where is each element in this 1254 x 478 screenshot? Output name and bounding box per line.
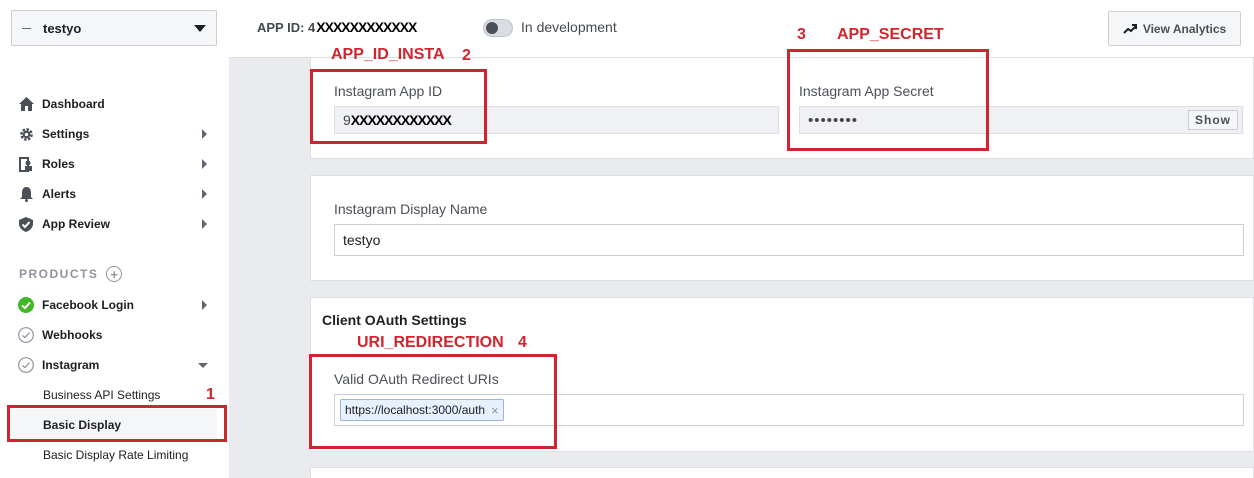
annotation-label-app-secret: APP_SECRET (837, 26, 944, 43)
chevron-down-icon (194, 24, 206, 32)
chevron-right-icon (202, 300, 207, 310)
app-selector[interactable]: testyo (11, 10, 217, 46)
sidebar-item-label: Facebook Login (42, 298, 135, 312)
sidebar-item-dashboard[interactable]: Dashboard (18, 94, 213, 114)
sidebar-item-label: Roles (42, 157, 75, 171)
sidebar-item-instagram[interactable]: Instagram (18, 355, 213, 375)
trend-up-icon (1123, 23, 1137, 34)
annotation-label-uri-redirection: URI_REDIRECTION (357, 334, 504, 351)
green-check-icon (18, 297, 34, 313)
annotation-box-basic-display (7, 405, 227, 442)
annotation-number-1: 1 (206, 386, 215, 403)
chevron-down-icon (198, 362, 208, 368)
annotation-number-2: 2 (462, 47, 471, 64)
client-oauth-settings-title: Client OAuth Settings (322, 312, 467, 328)
dev-status-label: In development (521, 19, 617, 35)
home-icon (18, 96, 34, 112)
sidebar-item-label: Alerts (42, 187, 77, 201)
sidebar-item-alerts[interactable]: Alerts (18, 184, 213, 204)
sidebar-item-label: App Review (42, 217, 111, 231)
app-name: testyo (43, 20, 82, 36)
annotation-label-app-id-insta: APP_ID_INSTA (331, 46, 445, 63)
bell-icon (18, 186, 34, 202)
sidebar-item-facebook-login[interactable]: Facebook Login (18, 295, 213, 315)
instagram-display-name-label: Instagram Display Name (334, 201, 488, 217)
check-circle-icon (18, 327, 34, 343)
products-heading: PRODUCTS + (19, 266, 123, 282)
chevron-right-icon (202, 189, 207, 199)
roles-icon (18, 156, 34, 172)
check-circle-icon (18, 357, 34, 373)
chevron-right-icon (202, 129, 207, 139)
app-id-masked: XXXXXXXXXXXX (316, 19, 417, 35)
view-analytics-button[interactable]: View Analytics (1108, 11, 1241, 46)
shield-check-icon (18, 216, 34, 232)
app-id-label: APP ID: 4 (257, 20, 316, 35)
dash-icon (22, 27, 31, 29)
next-card (310, 467, 1254, 478)
view-analytics-label: View Analytics (1142, 21, 1227, 36)
app-id-display: APP ID: 4XXXXXXXXXXXX (257, 19, 417, 35)
sidebar-subitem-business-api-settings[interactable]: Business API Settings (43, 386, 160, 404)
show-secret-button[interactable]: Show (1188, 110, 1238, 130)
annotation-box-app-id (310, 69, 487, 144)
sidebar-item-webhooks[interactable]: Webhooks (18, 325, 213, 345)
sidebar-item-app-review[interactable]: App Review (18, 214, 213, 234)
gear-icon (18, 126, 34, 142)
sidebar-item-label: Settings (42, 127, 90, 141)
sidebar-item-settings[interactable]: Settings (18, 124, 213, 144)
add-product-icon[interactable]: + (106, 266, 123, 282)
products-heading-label: PRODUCTS (19, 267, 99, 281)
chevron-right-icon (202, 159, 207, 169)
sidebar-subitem-basic-display-rate-limiting[interactable]: Basic Display Rate Limiting (43, 446, 188, 464)
chevron-right-icon (202, 219, 207, 229)
sidebar-item-label: Dashboard (42, 97, 105, 111)
sidebar-item-label: Webhooks (42, 328, 103, 342)
dev-mode-toggle[interactable] (483, 19, 513, 37)
sidebar-item-label: Instagram (42, 358, 100, 372)
sidebar-item-roles[interactable]: Roles (18, 154, 213, 174)
annotation-number-3: 3 (797, 26, 806, 43)
annotation-box-redirect-uri (309, 354, 557, 449)
annotation-number-4: 4 (518, 334, 527, 351)
toggle-knob (486, 22, 498, 34)
instagram-display-name-input[interactable]: testyo (334, 224, 1244, 256)
annotation-box-app-secret (787, 49, 989, 151)
